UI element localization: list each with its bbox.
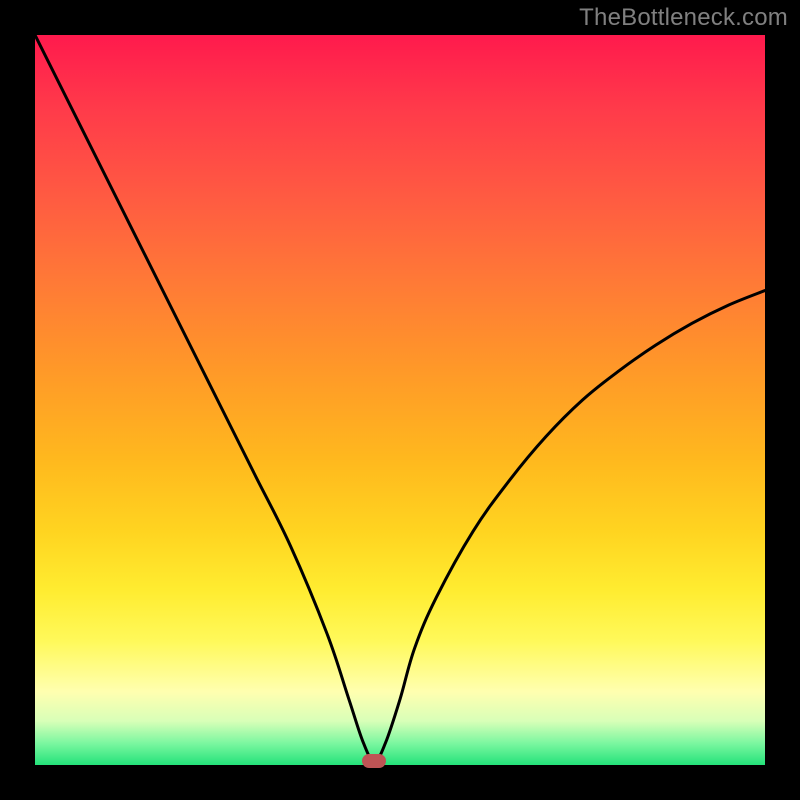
curve-svg: [35, 35, 765, 765]
plot-area: [35, 35, 765, 765]
watermark-text: TheBottleneck.com: [579, 4, 788, 32]
bottleneck-curve: [35, 35, 765, 761]
optimum-marker: [362, 754, 386, 768]
chart-frame: TheBottleneck.com: [0, 0, 800, 800]
